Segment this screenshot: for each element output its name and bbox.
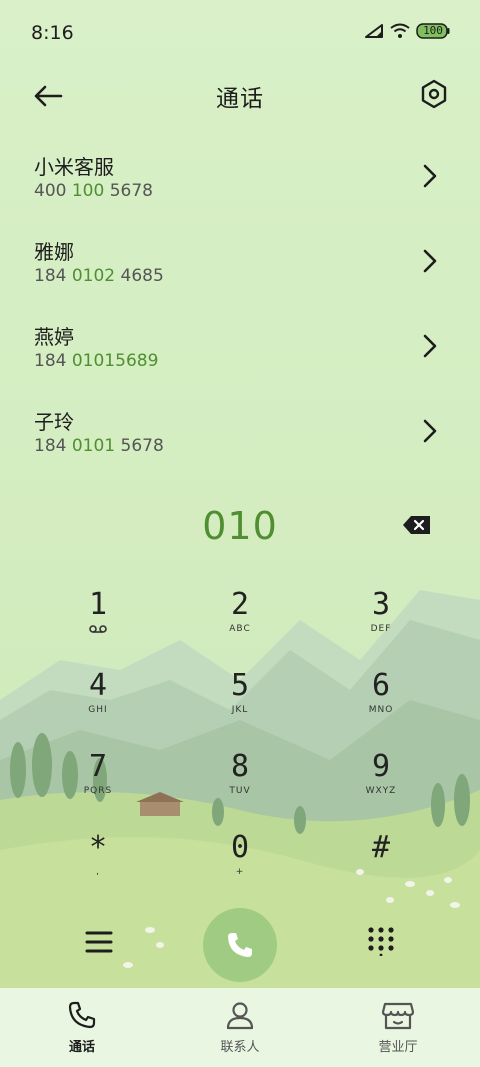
- person-icon: [226, 1002, 254, 1030]
- key-digit: 3: [371, 587, 391, 622]
- battery-icon: 100: [416, 22, 450, 40]
- status-time: 8:16: [31, 22, 74, 44]
- key-5[interactable]: 5 JKL: [180, 669, 300, 743]
- contact-name: 小米客服: [34, 155, 114, 179]
- key-3[interactable]: 3 DEF: [321, 588, 441, 662]
- contact-number: 400 100 5678: [34, 181, 153, 201]
- header: 通话: [0, 66, 480, 124]
- dial-keypad: 1 2 ABC 3 DEF 4 GHI 5 JKL 6 MNO 7 PQRS 8…: [0, 580, 480, 900]
- nav-item-calls[interactable]: 通话: [22, 1000, 142, 1055]
- number-match: 100: [71, 181, 105, 201]
- keypad-toggle-icon[interactable]: [366, 926, 396, 956]
- contact-list: 小米客服 400 100 5678 雅娜 184 0102 4685 燕婷 18…: [0, 133, 480, 473]
- key-digit: 5: [230, 668, 250, 703]
- contact-number: 184 0101 5678: [34, 436, 164, 456]
- key-letters: WXYZ: [365, 786, 397, 796]
- key-letters: [321, 867, 441, 881]
- key-digit: 2: [230, 587, 250, 622]
- key-hash[interactable]: #: [321, 831, 441, 905]
- nav-item-store[interactable]: 营业厅: [338, 1000, 458, 1055]
- number-match: 01015689: [71, 351, 159, 371]
- bottom-nav: 通话 联系人 营业厅: [0, 988, 480, 1067]
- wifi-icon: [390, 23, 410, 38]
- nav-item-contacts[interactable]: 联系人: [180, 1000, 300, 1055]
- key-digit: 0: [230, 830, 250, 865]
- nav-label: 营业厅: [378, 1040, 418, 1055]
- phone-icon: [68, 1001, 96, 1029]
- key-7[interactable]: 7 PQRS: [38, 750, 158, 824]
- chevron-right-icon[interactable]: [420, 163, 440, 189]
- key-8[interactable]: 8 TUV: [180, 750, 300, 824]
- key-digit: 9: [371, 749, 391, 784]
- contact-number: 184 01015689: [34, 351, 159, 371]
- key-0[interactable]: 0 +: [180, 831, 300, 905]
- nav-label: 通话: [68, 1040, 95, 1055]
- key-letters: JKL: [231, 705, 249, 715]
- contact-name: 雅娜: [34, 240, 74, 264]
- contact-name: 子玲: [34, 410, 74, 434]
- key-letters: ,: [96, 867, 100, 877]
- list-item[interactable]: 雅娜 184 0102 4685: [0, 218, 480, 303]
- chevron-right-icon[interactable]: [420, 248, 440, 274]
- contact-name: 燕婷: [34, 325, 74, 349]
- backspace-icon[interactable]: [402, 514, 432, 536]
- number-match: 0102: [71, 266, 116, 286]
- list-item[interactable]: 小米客服 400 100 5678: [0, 133, 480, 218]
- dialer-actions: [0, 906, 480, 986]
- key-letters: ABC: [229, 624, 251, 634]
- store-icon: [381, 1002, 415, 1030]
- key-1[interactable]: 1: [38, 588, 158, 662]
- key-letters: MNO: [368, 705, 394, 715]
- number-match: 0101: [71, 436, 116, 456]
- key-digit: 7: [88, 749, 108, 784]
- key-letters: GHI: [88, 705, 108, 715]
- key-letters: DEF: [370, 624, 392, 634]
- voicemail-icon: [89, 625, 107, 633]
- page-title: 通话: [216, 86, 264, 112]
- key-2[interactable]: 2 ABC: [180, 588, 300, 662]
- settings-hexagon-icon[interactable]: [418, 78, 450, 110]
- status-icons: 100: [364, 22, 450, 40]
- key-digit: 4: [88, 668, 108, 703]
- key-6[interactable]: 6 MNO: [321, 669, 441, 743]
- phone-call-icon: [228, 933, 252, 957]
- key-star[interactable]: * ,: [38, 831, 158, 905]
- key-4[interactable]: 4 GHI: [38, 669, 158, 743]
- contact-number: 184 0102 4685: [34, 266, 164, 286]
- key-letters: +: [235, 867, 245, 877]
- key-letters: TUV: [229, 786, 251, 796]
- list-item[interactable]: 燕婷 184 01015689: [0, 303, 480, 388]
- chevron-right-icon[interactable]: [420, 418, 440, 444]
- chevron-right-icon[interactable]: [420, 333, 440, 359]
- menu-icon[interactable]: [84, 928, 114, 956]
- list-item[interactable]: 子玲 184 0101 5678: [0, 388, 480, 473]
- nav-label: 联系人: [220, 1040, 260, 1055]
- dial-display: 010: [0, 498, 480, 558]
- key-9[interactable]: 9 WXYZ: [321, 750, 441, 824]
- key-digit: #: [371, 830, 391, 865]
- battery-level: 100: [423, 24, 443, 37]
- status-bar: 8:16 100: [0, 0, 480, 66]
- key-digit: *: [88, 830, 108, 865]
- signal-icon: [365, 24, 383, 38]
- key-digit: 8: [230, 749, 250, 784]
- key-letters: PQRS: [83, 786, 113, 796]
- call-button[interactable]: [203, 908, 277, 982]
- key-digit: 1: [88, 587, 108, 622]
- key-digit: 6: [371, 668, 391, 703]
